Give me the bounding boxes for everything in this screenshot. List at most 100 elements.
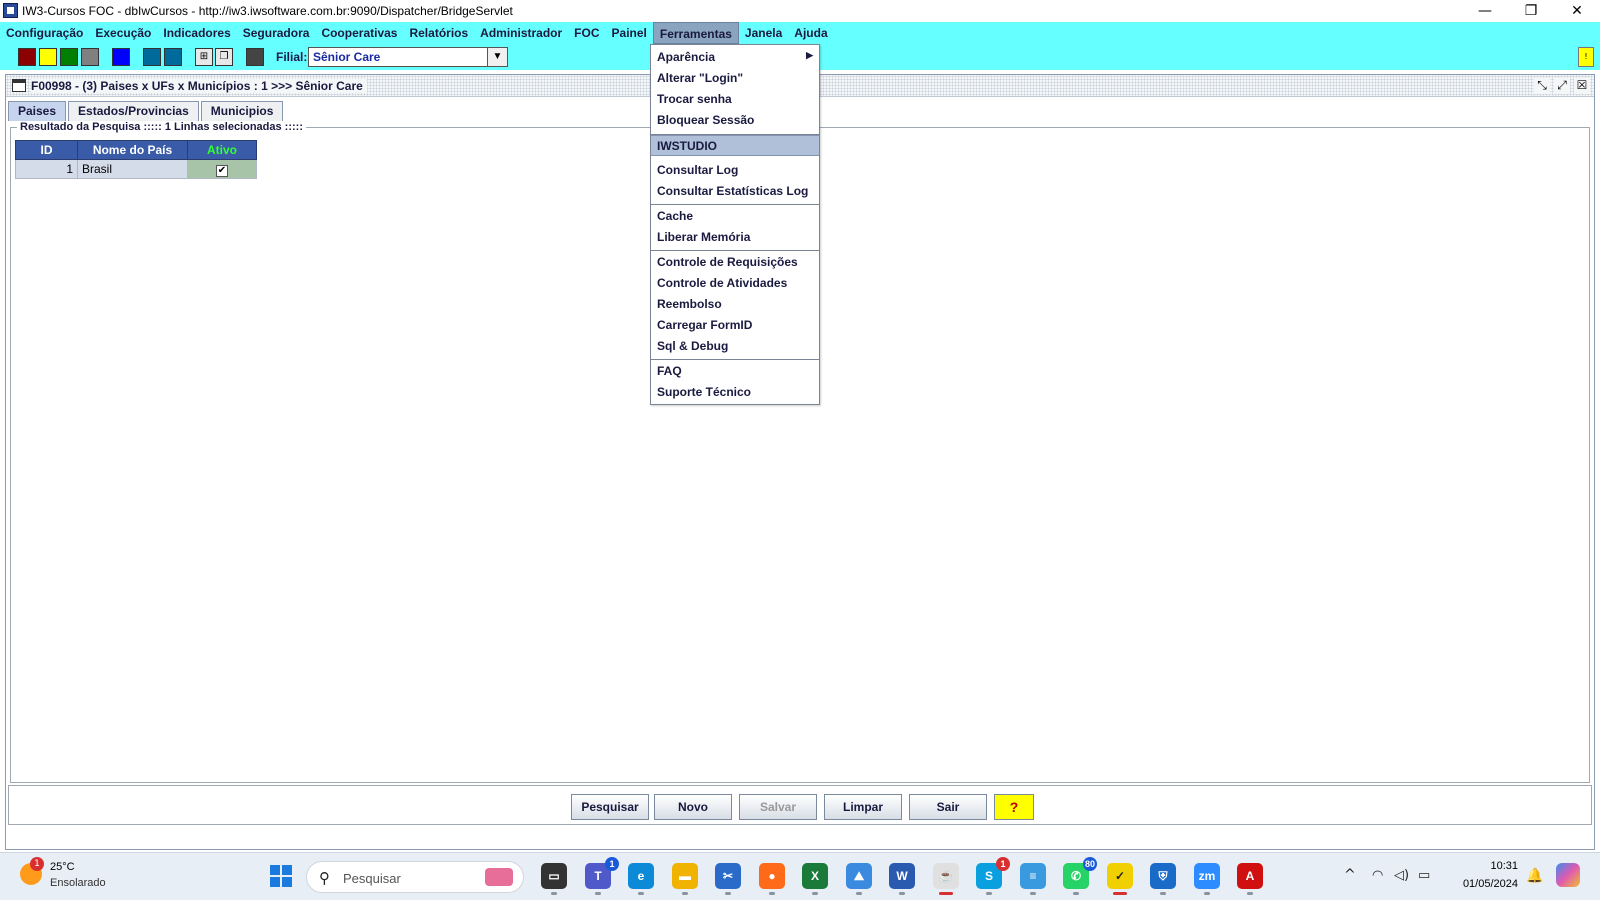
filial-select[interactable]: Sênior Care ▼ — [308, 47, 508, 67]
color-swatch-teal-1[interactable] — [143, 48, 161, 66]
menu-item-reembolso[interactable]: Reembolso — [651, 294, 819, 315]
menu-item-consultar-log[interactable]: Consultar Log — [651, 160, 819, 181]
wifi-icon[interactable]: ◠ — [1372, 868, 1383, 883]
sair-button[interactable]: Sair — [909, 794, 987, 820]
menu-item-suporte-tecnico[interactable]: Suporte Técnico — [651, 382, 819, 403]
firefox-running-indicator — [769, 892, 775, 895]
word-icon[interactable]: W — [889, 863, 915, 895]
menu-relatorios[interactable]: Relatórios — [403, 22, 474, 44]
cell-ativo[interactable]: ✔ — [187, 159, 257, 179]
menu-item-sql-debug[interactable]: Sql & Debug — [651, 336, 819, 357]
color-swatch-yellow[interactable] — [39, 48, 57, 66]
menu-item-controle-requisicoes[interactable]: Controle de Requisições — [651, 252, 819, 273]
minimize-button[interactable]: — — [1462, 0, 1508, 22]
restore-button[interactable]: ❐ — [1508, 0, 1554, 22]
menu-item-alterar-login[interactable]: Alterar "Login" — [651, 68, 819, 89]
limpar-button[interactable]: Limpar — [824, 794, 902, 820]
photos-icon[interactable]: ⛰ — [846, 863, 872, 895]
menu-item-controle-atividades[interactable]: Controle de Atividades — [651, 273, 819, 294]
snipping-tool-icon[interactable]: ✂ — [715, 863, 741, 895]
tab-estados-provincias[interactable]: Estados/Provincias — [68, 101, 199, 121]
help-button[interactable]: ? — [994, 794, 1034, 820]
menu-item-cache[interactable]: Cache — [651, 206, 819, 227]
notification-bell-icon[interactable]: 🔔 — [1526, 868, 1543, 884]
salvar-button[interactable]: Salvar — [739, 794, 817, 820]
column-header-nome[interactable]: Nome do País — [77, 140, 188, 160]
word-running-indicator — [899, 892, 905, 895]
menu-foc[interactable]: FOC — [568, 22, 605, 44]
skype-running-indicator — [986, 892, 992, 895]
menu-execucao[interactable]: Execução — [89, 22, 157, 44]
menu-painel[interactable]: Painel — [606, 22, 653, 44]
frame-minimize-icon[interactable]: ⤡ — [1534, 78, 1550, 94]
firefox-icon[interactable]: ● — [759, 863, 785, 895]
tasks-icon[interactable]: ✓ — [1107, 863, 1133, 895]
color-swatch-blue[interactable] — [112, 48, 130, 66]
teams-icon[interactable]: T1 — [585, 857, 619, 895]
chevron-down-icon[interactable]: ▼ — [487, 48, 507, 66]
java-glyph: ☕ — [938, 869, 954, 883]
notepad-icon[interactable]: ≡ — [1020, 863, 1046, 895]
table-row[interactable]: 1 Brasil ✔ — [15, 159, 257, 179]
color-swatch-green[interactable] — [60, 48, 78, 66]
file-explorer-icon[interactable]: ▬ — [672, 863, 698, 895]
frame-maximize-icon[interactable]: ⤢ — [1554, 78, 1570, 94]
menu-administrador[interactable]: Administrador — [474, 22, 568, 44]
column-header-id[interactable]: ID — [15, 140, 78, 160]
zoom-icon[interactable]: zm — [1194, 863, 1220, 895]
taskbar-search[interactable]: ⚲ Pesquisar — [306, 861, 524, 893]
menu-ajuda[interactable]: Ajuda — [788, 22, 833, 44]
battery-icon[interactable]: ▭ — [1418, 868, 1430, 883]
menu-item-carregar-formid[interactable]: Carregar FormID — [651, 315, 819, 336]
java-icon[interactable]: ☕ — [933, 863, 959, 895]
skype-icon[interactable]: S1 — [976, 857, 1010, 895]
column-header-ativo[interactable]: Ativo — [187, 140, 257, 160]
clock-date[interactable]: 01/05/2024 — [1448, 878, 1518, 890]
whatsapp-icon[interactable]: ✆ 80 — [1063, 857, 1097, 895]
weather-condition[interactable]: Ensolarado — [50, 877, 106, 889]
menu-item-liberar-memoria[interactable]: Liberar Memória — [651, 227, 819, 248]
frame-window-icon — [12, 79, 26, 92]
novo-button[interactable]: Novo — [654, 794, 732, 820]
windows-icon[interactable]: ❐ — [215, 48, 233, 66]
volume-icon[interactable]: ◁) — [1394, 868, 1409, 883]
menu-seguradora[interactable]: Seguradora — [237, 22, 316, 44]
clock-time[interactable]: 10:31 — [1470, 860, 1518, 872]
tree-icon[interactable]: ⊞ — [195, 48, 213, 66]
warning-badge[interactable]: ! — [1578, 47, 1594, 67]
dark-panel-icon[interactable] — [246, 48, 264, 66]
start-button[interactable] — [270, 865, 292, 887]
color-swatch-darkred[interactable] — [18, 48, 36, 66]
menu-ferramentas[interactable]: Ferramentas — [652, 22, 739, 44]
menu-cooperativas[interactable]: Cooperativas — [315, 22, 403, 44]
pesquisar-button[interactable]: Pesquisar — [571, 794, 649, 820]
tab-municipios[interactable]: Municipios — [200, 101, 284, 121]
menu-item-consultar-estatisticas-log[interactable]: Consultar Estatísticas Log — [651, 181, 819, 202]
menu-item-bloquear-sessao[interactable]: Bloquear Sessão — [651, 110, 819, 131]
color-swatch-teal-2[interactable] — [164, 48, 182, 66]
cell-id[interactable]: 1 — [15, 159, 78, 179]
menu-item-iwstudio[interactable]: IWSTUDIO — [651, 135, 819, 156]
excel-icon[interactable]: X — [802, 863, 828, 895]
frame-title: F00998 - (3) Paises x UFs x Municípios :… — [31, 79, 367, 93]
menu-item-faq[interactable]: FAQ — [651, 361, 819, 382]
weather-temperature[interactable]: 25°C — [50, 861, 75, 873]
menu-janela[interactable]: Janela — [739, 22, 788, 44]
security-icon[interactable]: ⛨ — [1150, 863, 1176, 895]
tab-paises[interactable]: Paises — [8, 101, 67, 121]
menu-configuracao[interactable]: Configuração — [0, 22, 89, 44]
search-placeholder: Pesquisar — [343, 871, 401, 886]
acrobat-icon[interactable]: A — [1237, 863, 1263, 895]
color-swatch-gray[interactable] — [81, 48, 99, 66]
cell-nome[interactable]: Brasil — [77, 159, 188, 179]
tray-chevron-up-icon[interactable]: ^ — [1344, 867, 1356, 883]
edge-icon[interactable]: e — [628, 863, 654, 895]
copilot-icon[interactable] — [1556, 863, 1580, 887]
menu-item-trocar-senha[interactable]: Trocar senha — [651, 89, 819, 110]
frame-close-icon[interactable]: ☒ — [1574, 78, 1590, 94]
menu-item-aparencia[interactable]: Aparência ▶ — [651, 47, 819, 68]
task-view-icon[interactable]: ▭ — [541, 863, 567, 895]
ativo-checkbox[interactable]: ✔ — [216, 164, 228, 177]
close-button[interactable]: ✕ — [1554, 0, 1600, 22]
menu-indicadores[interactable]: Indicadores — [157, 22, 236, 44]
